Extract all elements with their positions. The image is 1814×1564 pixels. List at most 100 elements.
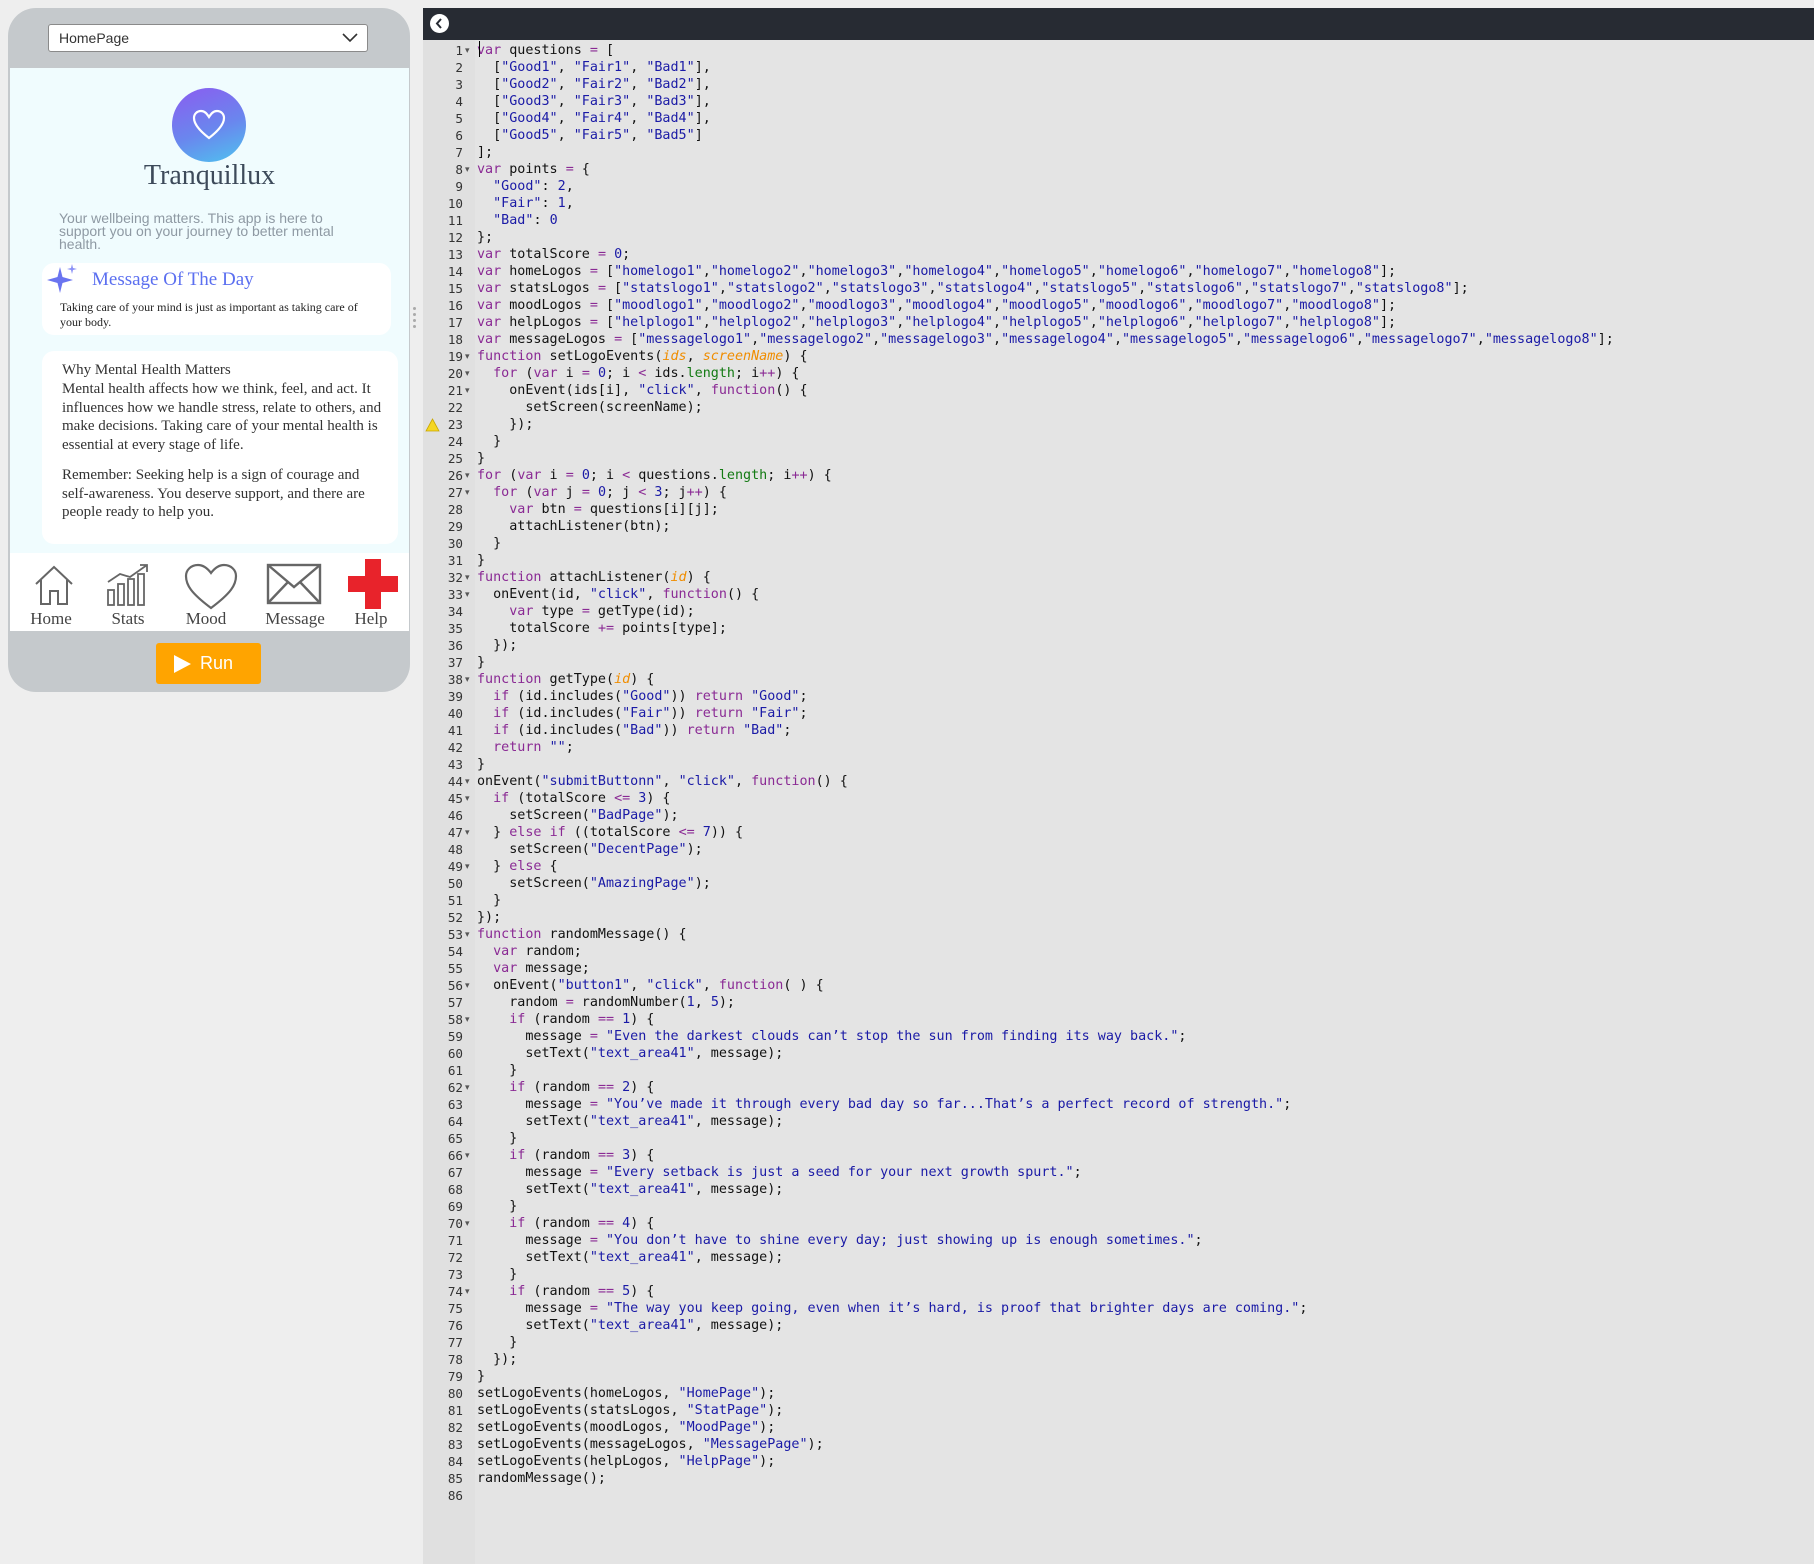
line-number: 7 [455, 145, 463, 160]
code-line: function getType(id) { [477, 672, 655, 687]
code-line: var message; [493, 961, 590, 976]
code-line: for (var j = 0; j < 3; j++) { [493, 485, 727, 500]
code-line: var moodLogos = ["moodlogo1","moodlogo2"… [477, 298, 1397, 313]
fold-toggle-icon[interactable]: ▾ [465, 1011, 470, 1028]
line-number: 58 [447, 1012, 463, 1027]
fold-toggle-icon[interactable]: ▾ [465, 1147, 470, 1164]
nav-mood-label: Mood [185, 609, 227, 628]
fold-toggle-icon[interactable]: ▾ [465, 365, 470, 382]
line-number: 60 [447, 1046, 463, 1061]
code-line: ["Good5", "Fair5", "Bad5"] [477, 128, 703, 143]
code-line: } [477, 1267, 518, 1282]
nav-home-label: Home [30, 609, 72, 628]
line-number: 18 [447, 332, 463, 347]
fold-toggle-icon[interactable]: ▾ [465, 671, 470, 688]
code-line: var totalScore = 0; [477, 247, 631, 262]
line-number: 50 [447, 876, 463, 891]
line-number: 19 [447, 349, 463, 364]
code-line: } [477, 1063, 518, 1078]
code-line: if (id.includes("Fair")) return "Fair"; [493, 706, 808, 721]
line-number: 69 [447, 1199, 463, 1214]
screen-dropdown[interactable]: HomePage [48, 24, 368, 52]
code-line: "Bad": 0 [493, 213, 558, 228]
line-number: 15 [447, 281, 463, 296]
fold-toggle-icon[interactable]: ▾ [465, 977, 470, 994]
fold-toggle-icon[interactable]: ▾ [465, 467, 470, 484]
code-line: if (random == 3) { [509, 1148, 655, 1163]
nav-mood[interactable]: Mood [166, 553, 246, 631]
fold-toggle-icon[interactable]: ▾ [465, 569, 470, 586]
fold-toggle-icon[interactable]: ▾ [465, 824, 470, 841]
screen-dropdown-value: HomePage [59, 30, 130, 46]
nav-help[interactable]: Help [331, 553, 409, 631]
code-line: message = "The way you keep going, even … [477, 1301, 1308, 1316]
bottom-nav: Home Stats Mood Message Help [10, 553, 409, 631]
sparkle-icon [47, 264, 77, 293]
code-line: }; [477, 230, 494, 245]
nav-home[interactable]: Home [11, 553, 91, 631]
fold-toggle-icon[interactable]: ▾ [465, 348, 470, 365]
code-editor: 1 ▾ 2 3 4 5 6 7 8 ▾ 9 10 11 12 13 14 15 16 17 18 19 ▾ 20 ▾ 21 ▾ 22… [423, 8, 1814, 1564]
code-line: ["Good4", "Fair4", "Bad4"], [477, 111, 711, 126]
line-number: 42 [447, 740, 463, 755]
code-line: setText("text_area41", message); [477, 1250, 784, 1265]
fold-toggle-icon[interactable]: ▾ [465, 484, 470, 501]
panel-resize-handle[interactable] [413, 307, 417, 331]
line-number: 81 [447, 1403, 463, 1418]
code-line: setScreen(screenName); [477, 400, 703, 415]
line-number: 63 [447, 1097, 463, 1112]
fold-toggle-icon[interactable]: ▾ [465, 858, 470, 875]
code-line: message = "You don’t have to shine every… [477, 1233, 1203, 1248]
line-number: 67 [447, 1165, 463, 1180]
line-number: 14 [447, 264, 463, 279]
chevron-down-icon [342, 33, 358, 43]
line-number: 8 [455, 162, 463, 177]
code-line: ["Good1", "Fair1", "Bad1"], [477, 60, 711, 75]
app-title: Tranquillux [143, 160, 276, 191]
line-number: 34 [447, 604, 463, 619]
code-area[interactable]: var questions = [ ["Good1", "Fair1", "Ba… [475, 40, 1814, 1564]
code-line: var messageLogos = ["messagelogo1","mess… [477, 332, 1614, 347]
chevron-left-icon [435, 18, 442, 29]
line-number: 12 [447, 230, 463, 245]
nav-message[interactable]: Message [255, 553, 335, 631]
code-line: "Good": 2, [493, 179, 574, 194]
code-line: } [477, 893, 502, 908]
code-line: var homeLogos = ["homelogo1","homelogo2"… [477, 264, 1397, 279]
fold-toggle-icon[interactable]: ▾ [465, 773, 470, 790]
line-number: 73 [447, 1267, 463, 1282]
code-line: setScreen("DecentPage"); [477, 842, 703, 857]
line-number: 59 [447, 1029, 463, 1044]
line-number: 57 [447, 995, 463, 1010]
line-number: 40 [447, 706, 463, 721]
code-line: setLogoEvents(helpLogos, "HelpPage"); [477, 1454, 776, 1469]
line-number: 2 [455, 60, 463, 75]
heart-icon [192, 109, 226, 140]
fold-toggle-icon[interactable]: ▾ [465, 790, 470, 807]
collapse-panel-button[interactable] [430, 14, 449, 33]
code-line: } [477, 1199, 518, 1214]
fold-toggle-icon[interactable]: ▾ [465, 1215, 470, 1232]
line-number: 38 [447, 672, 463, 687]
line-number: 71 [447, 1233, 463, 1248]
line-number: 28 [447, 502, 463, 517]
line-number: 52 [447, 910, 463, 925]
line-number: 85 [447, 1471, 463, 1486]
fold-toggle-icon[interactable]: ▾ [465, 42, 470, 59]
fold-toggle-icon[interactable]: ▾ [465, 1079, 470, 1096]
fold-toggle-icon[interactable]: ▾ [465, 586, 470, 603]
fold-toggle-icon[interactable]: ▾ [465, 926, 470, 943]
line-number: 48 [447, 842, 463, 857]
run-button[interactable]: Run [156, 643, 261, 684]
code-line: onEvent(ids[i], "click", function() { [477, 383, 808, 398]
warning-icon[interactable] [425, 418, 440, 432]
fold-toggle-icon[interactable]: ▾ [465, 161, 470, 178]
fold-toggle-icon[interactable]: ▾ [465, 382, 470, 399]
code-line: if (random == 2) { [509, 1080, 655, 1095]
nav-stats[interactable]: Stats [88, 553, 168, 631]
code-line: } [477, 1369, 486, 1384]
code-line: } [477, 655, 486, 670]
fold-toggle-icon[interactable]: ▾ [465, 1283, 470, 1300]
code-line: onEvent(id, "click", function() { [477, 587, 760, 602]
line-number: 35 [447, 621, 463, 636]
